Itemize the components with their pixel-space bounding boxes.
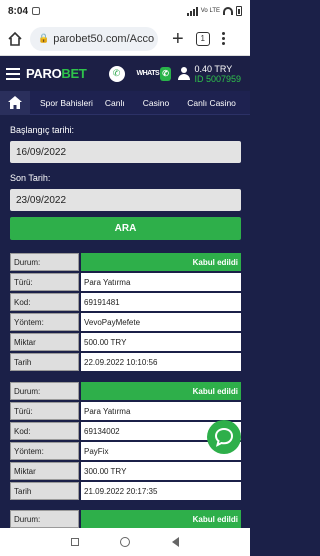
notification-icon [32,7,41,15]
tab-count: 1 [200,34,205,43]
table-row: Türü: Para Yatırma [10,402,241,420]
whatsapp-label: WHATS [136,70,160,77]
end-date-input[interactable]: 23/09/2022 [10,189,241,211]
whatsapp-button[interactable]: WHATS ✆ [137,65,171,83]
phone-icon[interactable]: ✆ [108,65,125,82]
row-key: Türü: [10,273,79,291]
table-row: Tarih 22.09.2022 10:10:56 [10,353,241,371]
battery-icon [236,6,242,16]
table-row: Türü: Para Yatırma [10,273,241,291]
account-info[interactable]: 0.40 TRY ID 5007959 [195,64,242,84]
recents-icon[interactable] [70,538,79,546]
row-value: Para Yatırma [81,402,241,420]
home-icon[interactable] [6,30,24,48]
tab-canli[interactable]: Canlı [105,98,125,108]
row-key: Durum: [10,253,79,271]
transaction-card: Durum: Kabul edildi [10,510,241,530]
row-key: Miktar [10,333,79,351]
browser-toolbar: 🔒 parobet50.com/Acco + 1 [0,22,250,56]
row-key: Durum: [10,382,79,400]
status-badge: Kabul edildi [81,510,241,528]
table-row: Tarih 21.09.2022 20:17:35 [10,482,241,500]
row-key: Miktar [10,462,79,480]
tab-casino[interactable]: Casino [143,98,169,108]
row-value: 21.09.2022 20:17:35 [81,482,241,500]
row-value: 22.09.2022 10:10:56 [81,353,241,371]
tabs-icon[interactable]: 1 [195,31,210,46]
tab-canli-casino[interactable]: Canlı Casino [187,98,236,108]
row-key: Yöntem: [10,313,79,331]
search-button[interactable]: ARA [10,217,241,240]
site-header: PAROBET ✆ WHATS ✆ 0.40 TRY ID 5007959 [0,57,250,90]
nav-home[interactable] [0,90,30,115]
signal-icon [186,6,198,16]
lock-icon: 🔒 [38,33,50,43]
back-icon[interactable] [172,537,180,547]
table-row: Durum: Kabul edildi [10,510,241,528]
tab-spor-bahisleri[interactable]: Spor Bahisleri [40,98,93,108]
row-key: Kod: [10,293,79,311]
site-logo[interactable]: PAROBET [26,66,87,81]
status-badge: Kabul edildi [81,253,241,271]
user-icon[interactable] [177,66,191,81]
plus-icon[interactable]: + [172,29,184,49]
table-row: Kod: 69191481 [10,293,241,311]
row-value: 300.00 TRY [81,462,241,480]
user-id: ID 5007959 [194,73,242,84]
row-key: Kod: [10,422,79,440]
menu-icon[interactable] [6,67,20,80]
home-circle-icon[interactable] [120,537,131,547]
status-bar: 8:04 Vo LTE [0,0,250,22]
table-row: Miktar 300.00 TRY [10,462,241,480]
table-row: Durum: Kabul edildi [10,253,241,271]
address-bar[interactable]: 🔒 parobet50.com/Acco [30,26,158,51]
chat-icon [214,427,234,447]
row-key: Tarih [10,353,79,371]
row-key: Tarih [10,482,79,500]
row-value: VevoPayMefete [81,313,241,331]
wifi-icon [223,7,233,15]
status-time: 8:04 [8,5,29,17]
chat-button[interactable] [207,420,241,454]
table-row: Miktar 500.00 TRY [10,333,241,351]
balance: 0.40 TRY [194,63,233,74]
start-date-input[interactable]: 16/09/2022 [10,141,241,163]
row-value: Para Yatırma [81,273,241,291]
transaction-card: Durum: Kabul edildi Türü: Para Yatırma Kod… [10,382,241,502]
date-filter-form: Başlangıç tarihi: 16/09/2022 Son Tarih: … [10,115,241,240]
table-row: Durum: Kabul edildi [10,382,241,400]
home-icon [8,96,22,109]
more-icon[interactable] [221,32,225,45]
row-value: 500.00 TRY [81,333,241,351]
row-key: Durum: [10,510,79,528]
whatsapp-icon: ✆ [160,66,171,81]
status-badge: Kabul edildi [81,382,241,400]
system-nav-bar [0,528,250,556]
table-row: Yöntem: PayFix [10,442,241,460]
url-text: parobet50.com/Acco [53,32,155,45]
row-value: 69191481 [81,293,241,311]
row-key: Türü: [10,402,79,420]
main-nav: Spor Bahisleri Canlı Casino Canlı Casino [0,90,250,115]
start-date-label: Başlangıç tarihi: [10,125,75,135]
network-label: Vo LTE [200,8,220,14]
row-key: Yöntem: [10,442,79,460]
transaction-card: Durum: Kabul edildi Türü: Para Yatırma Kod… [10,253,241,373]
end-date-label: Son Tarih: [10,173,51,183]
table-row: Yöntem: VevoPayMefete [10,313,241,331]
status-indicators: Vo LTE [186,6,242,16]
